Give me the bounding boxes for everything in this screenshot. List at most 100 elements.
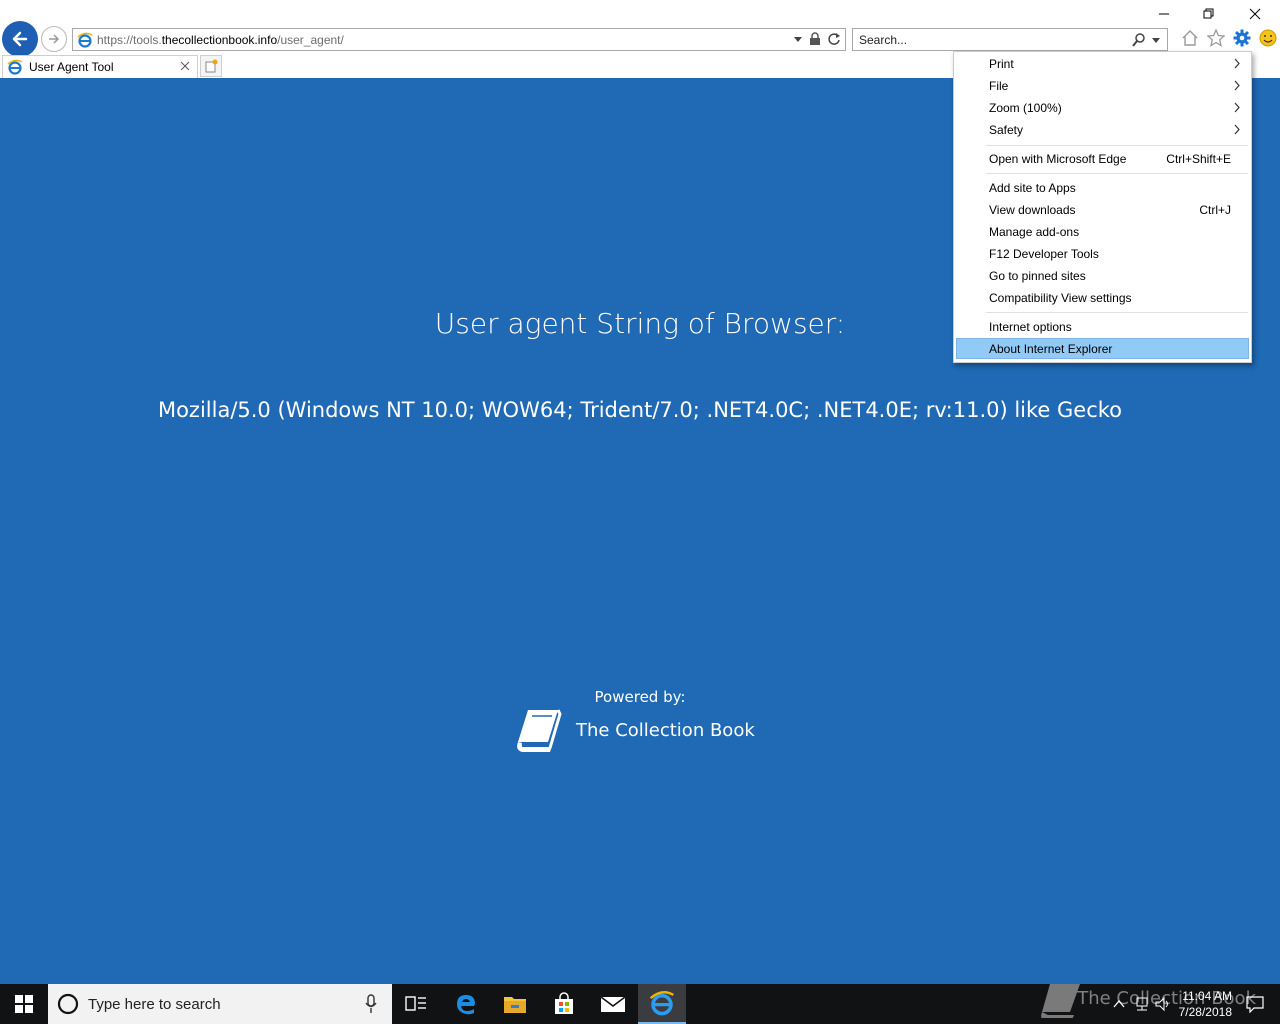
url-domain: thecollectionbook.info (161, 32, 278, 47)
taskbar-edge[interactable] (442, 984, 490, 1024)
close-window-button[interactable] (1235, 4, 1275, 24)
dropdown-icon[interactable] (793, 32, 803, 46)
search-dropdown-icon[interactable] (1151, 33, 1161, 47)
start-button[interactable] (0, 984, 48, 1024)
new-tab-button[interactable] (200, 55, 222, 77)
menu-item-internet-options[interactable]: Internet options (956, 316, 1249, 337)
menu-item-shortcut: Ctrl+J (1199, 202, 1231, 217)
menu-item-label: About Internet Explorer (989, 341, 1113, 356)
menu-item-safety[interactable]: Safety (956, 119, 1249, 140)
clock-date: 7/28/2018 (1178, 1005, 1232, 1019)
windows-logo-icon (15, 995, 33, 1013)
menu-item-shortcut: Ctrl+Shift+E (1166, 151, 1231, 166)
menu-item-label: Zoom (100%) (989, 100, 1062, 115)
menu-item-label: Add site to Apps (989, 180, 1076, 195)
ie-favicon-icon (77, 32, 93, 48)
star-icon (1207, 29, 1225, 47)
menu-item-label: Internet options (989, 319, 1072, 334)
chevron-right-icon (1234, 102, 1240, 113)
browser-tab[interactable]: User Agent Tool (2, 55, 198, 78)
menu-item-label: Print (989, 56, 1014, 71)
forward-arrow-icon (49, 34, 60, 44)
menu-item-label: Open with Microsoft Edge (989, 151, 1127, 166)
chevron-right-icon (1234, 58, 1240, 69)
edge-icon (457, 995, 475, 1015)
url-path: /user_agent/ (277, 32, 344, 47)
favorites-button[interactable] (1206, 28, 1226, 48)
ie-tab-icon (7, 59, 23, 75)
search-icon[interactable] (1131, 32, 1147, 48)
refresh-icon[interactable] (827, 32, 841, 46)
menu-item-file[interactable]: File (956, 75, 1249, 96)
tray-chevron-up-icon[interactable] (1112, 997, 1126, 1011)
search-placeholder: Search... (859, 32, 908, 47)
taskbar-internet-explorer[interactable] (638, 984, 686, 1024)
brand-link[interactable]: The Collection Book (514, 706, 755, 754)
menu-item-manage-addons[interactable]: Manage add-ons (956, 221, 1249, 242)
taskbar-clock[interactable]: 11:04 AM 7/28/2018 (1179, 988, 1232, 1020)
menu-item-label: File (989, 78, 1009, 93)
task-view-icon (405, 996, 426, 1011)
tools-menu: Print File Zoom (100%) Safety Open with … (953, 51, 1252, 363)
minimize-button[interactable] (1144, 4, 1184, 24)
forward-button[interactable] (41, 26, 67, 52)
microphone-icon[interactable] (364, 994, 378, 1014)
cortana-circle-icon (57, 993, 79, 1015)
tools-button[interactable] (1232, 28, 1252, 48)
chevron-right-icon (1234, 80, 1240, 91)
back-arrow-icon (12, 31, 28, 47)
volume-icon[interactable] (1154, 996, 1172, 1012)
system-tray: The Collection Book 11:04 AM 7/28/2018 (1040, 984, 1280, 1024)
search-tools (1131, 32, 1161, 48)
brand-name: The Collection Book (576, 719, 755, 741)
taskbar-search[interactable]: Type here to search (48, 984, 392, 1024)
network-icon[interactable] (1132, 996, 1150, 1012)
new-tab-icon (205, 59, 218, 73)
taskbar: Type here to search The Collection Book … (0, 984, 1280, 1024)
search-box[interactable]: Search... (852, 28, 1168, 51)
gear-icon (1233, 29, 1251, 47)
toolbar-icons (1180, 28, 1278, 48)
restore-icon (1203, 8, 1214, 19)
taskbar-store[interactable] (540, 984, 588, 1024)
feedback-button[interactable] (1258, 28, 1278, 48)
chevron-right-icon (1234, 124, 1240, 135)
book-logo-icon (517, 709, 562, 752)
task-view-button[interactable] (392, 984, 440, 1024)
store-bag-icon (555, 992, 573, 1014)
menu-item-label: Go to pinned sites (989, 268, 1086, 283)
notifications-icon[interactable] (1246, 995, 1264, 1013)
taskbar-mail[interactable] (589, 984, 637, 1024)
menu-item-label: Manage add-ons (989, 224, 1080, 239)
minimize-icon (1159, 13, 1169, 15)
menu-item-zoom[interactable]: Zoom (100%) (956, 97, 1249, 118)
menu-item-f12-tools[interactable]: F12 Developer Tools (956, 243, 1249, 264)
folder-icon (504, 997, 526, 1013)
address-url[interactable]: https://tools.thecollectionbook.info/use… (97, 33, 344, 47)
smiley-icon (1259, 29, 1277, 47)
tab-close-icon[interactable] (178, 59, 192, 73)
taskbar-file-explorer[interactable] (491, 984, 539, 1024)
back-button[interactable] (2, 21, 38, 57)
restore-button[interactable] (1189, 4, 1229, 24)
tab-title: User Agent Tool (29, 60, 114, 74)
address-bar[interactable]: https://tools.thecollectionbook.info/use… (72, 28, 846, 51)
menu-item-print[interactable]: Print (956, 53, 1249, 74)
menu-item-compatibility-view[interactable]: Compatibility View settings (956, 287, 1249, 308)
lock-icon[interactable] (809, 32, 821, 46)
menu-item-open-edge[interactable]: Open with Microsoft Edge Ctrl+Shift+E (956, 148, 1249, 169)
mail-icon (600, 996, 626, 1012)
taskbar-search-placeholder: Type here to search (88, 995, 221, 1013)
home-button[interactable] (1180, 28, 1200, 48)
url-prefix: https://tools. (97, 32, 162, 47)
menu-item-about-ie[interactable]: About Internet Explorer (956, 338, 1249, 359)
clock-time: 11:04 AM (1182, 989, 1232, 1003)
menu-item-view-downloads[interactable]: View downloads Ctrl+J (956, 199, 1249, 220)
menu-separator (986, 173, 1248, 174)
menu-item-label: View downloads (989, 202, 1076, 217)
menu-item-pinned-sites[interactable]: Go to pinned sites (956, 265, 1249, 286)
menu-separator (986, 312, 1248, 313)
user-agent-string: Mozilla/5.0 (Windows NT 10.0; WOW64; Tri… (157, 398, 1123, 422)
menu-item-add-site-to-apps[interactable]: Add site to Apps (956, 177, 1249, 198)
home-icon (1182, 30, 1198, 46)
